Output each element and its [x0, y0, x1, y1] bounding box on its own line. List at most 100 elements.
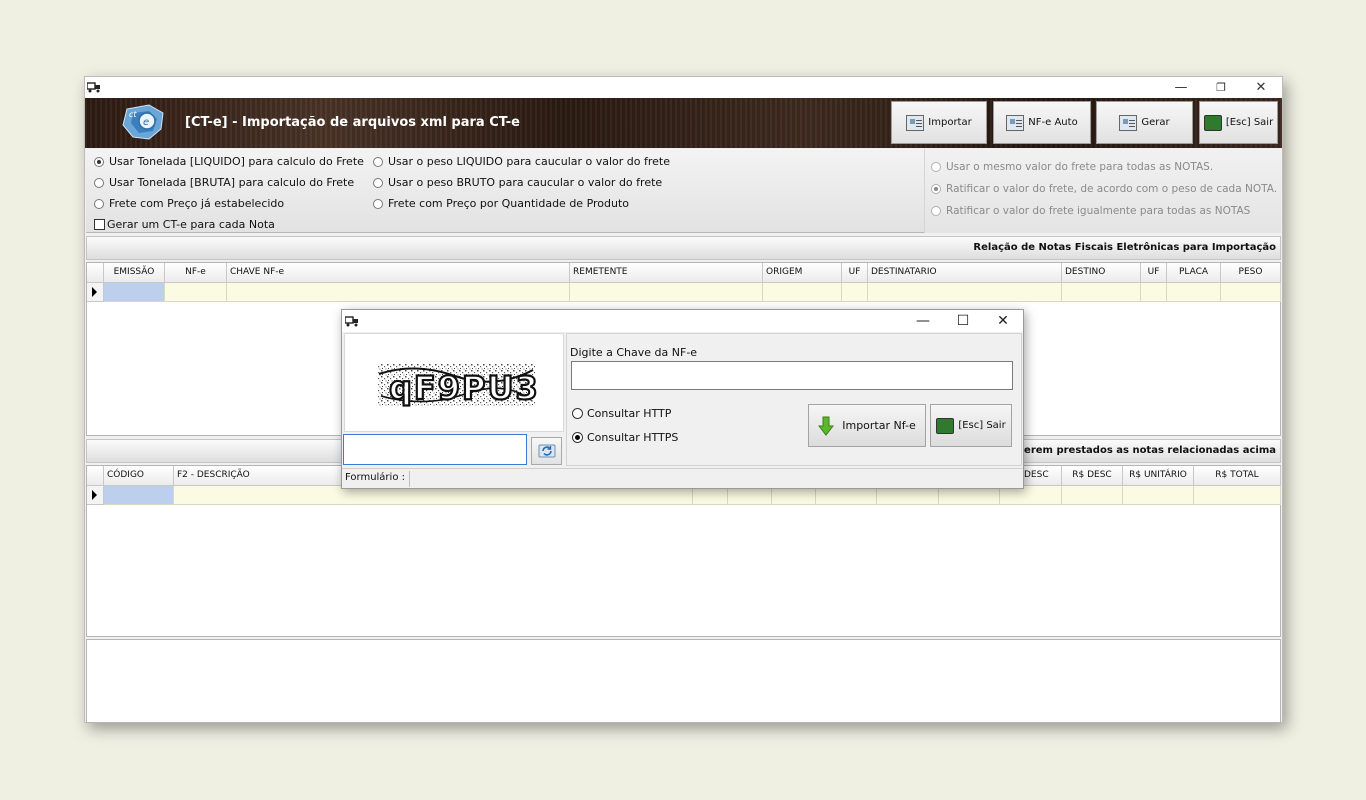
importar-button[interactable]: Importar	[891, 101, 987, 144]
chave-label: Digite a Chave da NF-e	[570, 346, 698, 359]
checkbox[interactable]	[94, 219, 105, 230]
option-ratificar-peso[interactable]: Ratificar o valor do frete, de acordo co…	[931, 183, 1277, 195]
sair-button[interactable]: [Esc] Sair	[1199, 101, 1278, 144]
col-emissao[interactable]: EMISSÃO	[104, 263, 165, 283]
form-icon	[1006, 114, 1025, 131]
option-consultar-https[interactable]: Consultar HTTPS	[572, 431, 678, 444]
col-rs-total[interactable]: R$ TOTAL	[1194, 466, 1281, 486]
checkbox-label: Gerar um CT-e para cada Nota	[107, 218, 275, 231]
cell-destinatario[interactable]	[868, 283, 1062, 302]
row-indicator-header	[87, 466, 104, 486]
option-label: Usar o peso LIQUIDO para caucular o valo…	[388, 155, 670, 168]
refresh-icon	[538, 444, 555, 458]
radio-button[interactable]	[572, 408, 583, 419]
page-title: [CT-e] - Importação de arquivos xml para…	[185, 115, 520, 130]
radio-button[interactable]	[373, 177, 383, 188]
option-mesmo-valor[interactable]: Usar o mesmo valor do frete para todas a…	[931, 161, 1213, 173]
cell-chave[interactable]	[227, 283, 570, 302]
table-row[interactable]	[87, 283, 1281, 302]
form-icon	[906, 114, 925, 131]
option-consultar-http[interactable]: Consultar HTTP	[572, 407, 671, 420]
col-rs-desc[interactable]: R$ DESC	[1062, 466, 1123, 486]
truck-icon	[87, 82, 100, 93]
close-button[interactable]: ✕	[1241, 77, 1281, 98]
captcha-text: qF9PU3	[389, 369, 540, 407]
col-peso[interactable]: PESO	[1221, 263, 1281, 283]
col-codigo[interactable]: CÓDIGO	[104, 466, 174, 486]
cell-nfe[interactable]	[165, 283, 227, 302]
dialog-minimize-button[interactable]: —	[903, 310, 943, 332]
gerar-cte-checkbox[interactable]: Gerar um CT-e para cada Nota	[94, 218, 275, 231]
nfe-auto-label: NF-e Auto	[1028, 117, 1078, 128]
col-placa[interactable]: PLACA	[1167, 263, 1221, 283]
option-preco-quantidade[interactable]: Frete com Preço por Quantidade de Produt…	[373, 197, 629, 210]
dialog-sair-button[interactable]: [Esc] Sair	[930, 404, 1012, 447]
minimize-button[interactable]: —	[1161, 77, 1201, 98]
radio-button[interactable]	[931, 184, 941, 194]
chave-nfe-input[interactable]	[571, 361, 1013, 390]
status-label: Formulário :	[345, 472, 405, 483]
status-divider	[409, 471, 410, 487]
radio-button[interactable]	[931, 162, 941, 172]
refresh-captcha-button[interactable]	[531, 437, 562, 465]
option-peso-liquido[interactable]: Usar o peso LIQUIDO para caucular o valo…	[373, 155, 670, 168]
col-uf-origem[interactable]: UF	[842, 263, 868, 283]
gerar-button[interactable]: Gerar	[1096, 101, 1193, 144]
cell-uf[interactable]	[842, 283, 868, 302]
row-indicator-header	[87, 263, 104, 283]
importar-label: Importar	[928, 117, 972, 128]
notes-section-title: Relação de Notas Fiscais Eletrônicas par…	[86, 236, 1281, 260]
dialog-status-bar: Formulário :	[342, 468, 1023, 488]
col-rs-unitario[interactable]: R$ UNITÁRIO	[1123, 466, 1194, 486]
cell-origem[interactable]	[763, 283, 842, 302]
col-destino[interactable]: DESTINO	[1062, 263, 1141, 283]
option-label: Usar Tonelada [BRUTA] para calculo do Fr…	[109, 176, 355, 189]
option-ratificar-igual[interactable]: Ratificar o valor do frete igualmente pa…	[931, 205, 1250, 217]
captcha-input[interactable]	[343, 434, 527, 465]
importar-nfe-button[interactable]: Importar Nf-e	[808, 404, 926, 447]
col-chave-nfe[interactable]: CHAVE NF-e	[227, 263, 570, 283]
col-uf-destino[interactable]: UF	[1141, 263, 1167, 283]
row-pointer-icon	[87, 486, 104, 505]
radio-button[interactable]	[94, 198, 104, 209]
col-nfe[interactable]: NF-e	[165, 263, 227, 283]
cell-remetente[interactable]	[570, 283, 763, 302]
header-banner: e ct [CT-e] - Importação de arquivos xml…	[85, 98, 1282, 148]
cell-rs-total[interactable]	[1194, 486, 1281, 505]
radio-button[interactable]	[94, 156, 104, 167]
option-tonelada-liquido[interactable]: Usar Tonelada [LIQUIDO] para calculo do …	[94, 155, 364, 168]
col-remetente[interactable]: REMETENTE	[570, 263, 763, 283]
option-label: Ratificar o valor do frete, de acordo co…	[946, 183, 1278, 195]
cell-rs-desc[interactable]	[1062, 486, 1123, 505]
col-destinatario[interactable]: DESTINATARIO	[868, 263, 1062, 283]
dialog-close-button[interactable]: ✕	[983, 310, 1023, 332]
cell-destino[interactable]	[1062, 283, 1141, 302]
observations-panel[interactable]	[86, 639, 1281, 723]
cell-rs-unitario[interactable]	[1123, 486, 1194, 505]
radio-button[interactable]	[94, 177, 104, 188]
cell-codigo[interactable]	[104, 486, 174, 505]
option-label: Usar o mesmo valor do frete para todas a…	[946, 161, 1214, 173]
exit-icon	[936, 417, 955, 434]
dialog-maximize-button[interactable]: ☐	[943, 310, 983, 332]
radio-button[interactable]	[931, 206, 941, 216]
cell-uf[interactable]	[1141, 283, 1167, 302]
cell-peso[interactable]	[1221, 283, 1281, 302]
services-grid[interactable]: CÓDIGO F2 - DESCRIÇÃO DESC R$ DESC R$ UN…	[86, 465, 1281, 637]
cte-logo-icon: e ct	[122, 104, 164, 140]
option-peso-bruto[interactable]: Usar o peso BRUTO para caucular o valor …	[373, 176, 662, 189]
radio-button[interactable]	[373, 156, 383, 167]
option-preco-estabelecido[interactable]: Frete com Preço já estabelecido	[94, 197, 284, 210]
cell-placa[interactable]	[1167, 283, 1221, 302]
maximize-button[interactable]: ❐	[1201, 77, 1241, 98]
radio-button[interactable]	[373, 198, 383, 209]
truck-icon	[345, 316, 358, 327]
radio-button[interactable]	[572, 432, 583, 443]
cell-emissao[interactable]	[104, 283, 165, 302]
col-origem[interactable]: ORIGEM	[763, 263, 842, 283]
option-tonelada-bruta[interactable]: Usar Tonelada [BRUTA] para calculo do Fr…	[94, 176, 354, 189]
nfe-auto-button[interactable]: NF-e Auto	[993, 101, 1091, 144]
options-panel: Usar Tonelada [LIQUIDO] para calculo do …	[86, 149, 1281, 233]
form-icon	[1119, 114, 1138, 131]
chave-nfe-dialog: — ☐ ✕ qF9PU3 Digite a Chave da NF-e Cons…	[341, 309, 1024, 489]
